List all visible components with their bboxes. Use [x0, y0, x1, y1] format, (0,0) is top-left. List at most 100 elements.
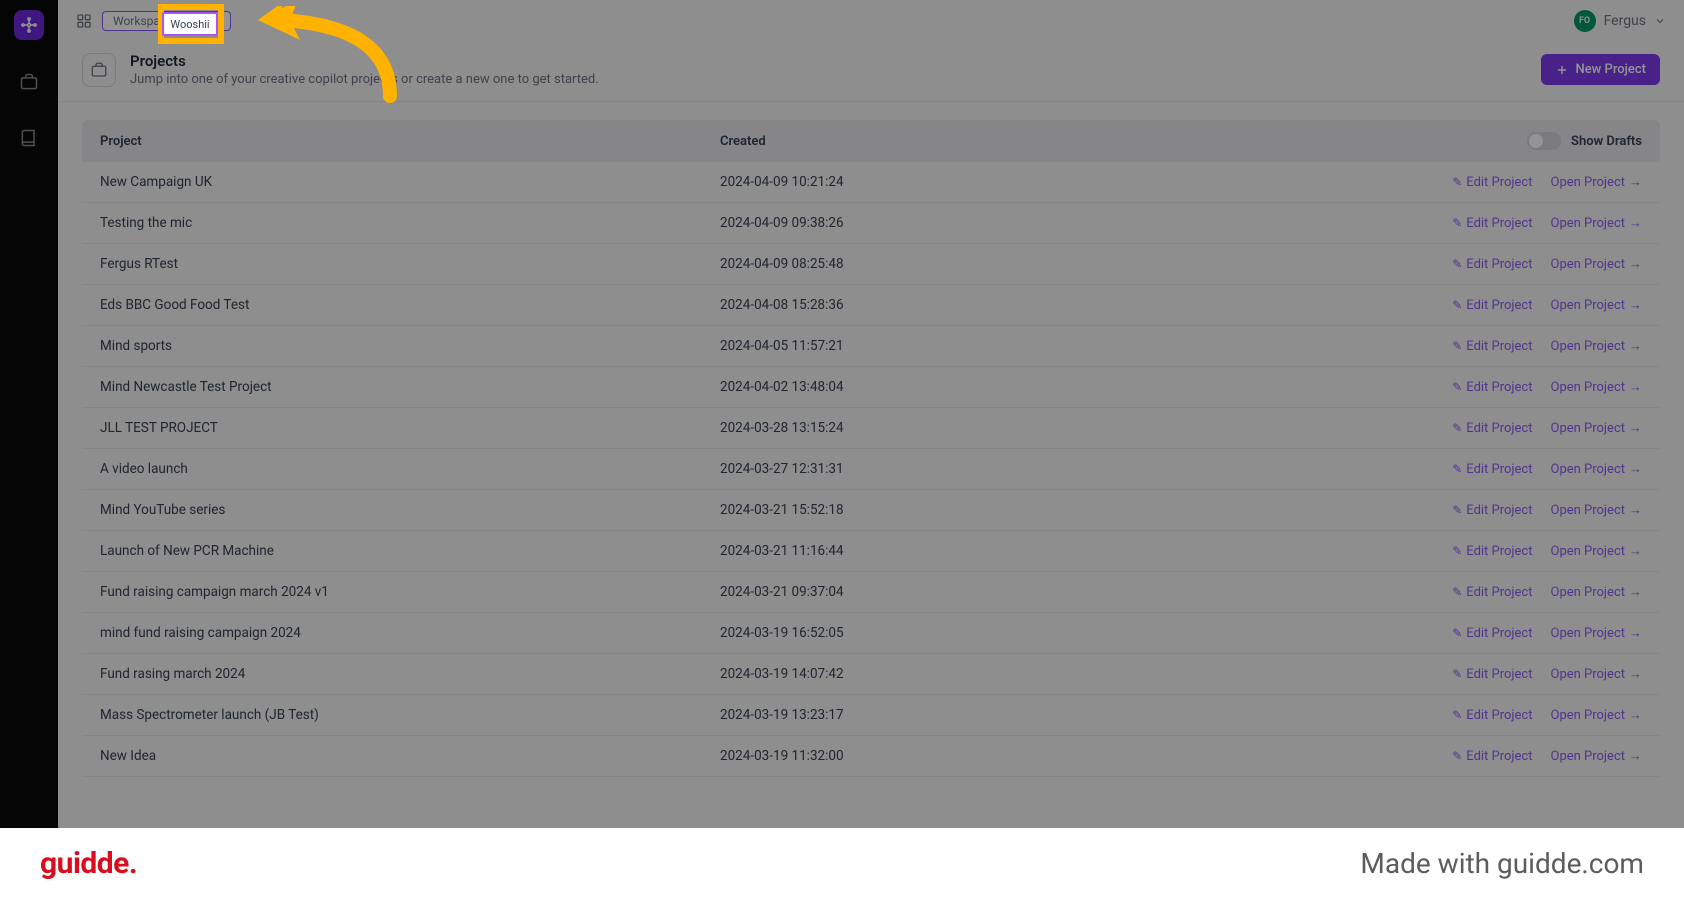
open-project-link[interactable]: Open Project →	[1551, 420, 1643, 436]
pencil-icon: ✎	[1452, 175, 1462, 189]
open-project-link[interactable]: Open Project →	[1551, 502, 1643, 518]
show-drafts-toggle[interactable]	[1527, 132, 1561, 150]
pencil-icon: ✎	[1452, 462, 1462, 476]
open-project-link[interactable]: Open Project →	[1551, 297, 1643, 313]
edit-project-link[interactable]: ✎Edit Project	[1452, 257, 1532, 272]
project-name: mind fund raising campaign 2024	[100, 625, 720, 641]
show-drafts-label: Show Drafts	[1571, 134, 1642, 149]
project-created: 2024-04-09 09:38:26	[720, 215, 1352, 231]
project-created: 2024-04-09 08:25:48	[720, 256, 1352, 272]
edit-project-link[interactable]: ✎Edit Project	[1452, 175, 1532, 190]
chevron-down-icon	[1654, 15, 1666, 27]
table-row: Fund rasing march 20242024-03-19 14:07:4…	[82, 654, 1660, 695]
project-created: 2024-03-19 13:23:17	[720, 707, 1352, 723]
edit-project-link[interactable]: ✎Edit Project	[1452, 585, 1532, 600]
table-row: A video launch2024-03-27 12:31:31✎Edit P…	[82, 449, 1660, 490]
edit-project-link[interactable]: ✎Edit Project	[1452, 749, 1532, 764]
edit-project-link[interactable]: ✎Edit Project	[1452, 298, 1532, 313]
col-project-header: Project	[100, 134, 720, 149]
projects-table: Project Created Show Drafts New Campaign…	[58, 102, 1684, 795]
edit-project-link[interactable]: ✎Edit Project	[1452, 462, 1532, 477]
table-row: Launch of New PCR Machine2024-03-21 11:1…	[82, 531, 1660, 572]
open-project-link[interactable]: Open Project →	[1551, 666, 1643, 682]
open-project-link[interactable]: Open Project →	[1551, 379, 1643, 395]
project-created: 2024-03-19 16:52:05	[720, 625, 1352, 641]
project-name: New Idea	[100, 748, 720, 764]
project-created: 2024-03-28 13:15:24	[720, 420, 1352, 436]
briefcase-icon[interactable]	[15, 68, 43, 96]
arrow-right-icon: →	[1629, 256, 1642, 272]
arrow-right-icon: →	[1629, 625, 1642, 641]
project-created: 2024-03-19 14:07:42	[720, 666, 1352, 682]
table-row: Mass Spectrometer launch (JB Test)2024-0…	[82, 695, 1660, 736]
open-project-link[interactable]: Open Project →	[1551, 215, 1643, 231]
col-created-header: Created	[720, 134, 1352, 149]
apps-grid-icon[interactable]	[76, 13, 92, 29]
open-project-link[interactable]: Open Project →	[1551, 174, 1643, 190]
app-logo[interactable]	[14, 10, 44, 40]
project-name: Fergus RTest	[100, 256, 720, 272]
pencil-icon: ✎	[1452, 503, 1462, 517]
edit-project-link[interactable]: ✎Edit Project	[1452, 667, 1532, 682]
user-name: Fergus	[1604, 13, 1646, 29]
guidde-banner: guidde. Made with guidde.com	[0, 828, 1684, 898]
edit-project-link[interactable]: ✎Edit Project	[1452, 421, 1532, 436]
arrow-right-icon: →	[1629, 707, 1642, 723]
pencil-icon: ✎	[1452, 380, 1462, 394]
arrow-right-icon: →	[1629, 543, 1642, 559]
open-project-link[interactable]: Open Project →	[1551, 748, 1643, 764]
table-row: Mind Newcastle Test Project2024-04-02 13…	[82, 367, 1660, 408]
project-name: Mind Newcastle Test Project	[100, 379, 720, 395]
edit-project-link[interactable]: ✎Edit Project	[1452, 339, 1532, 354]
guidde-attribution: Made with guidde.com	[1360, 847, 1644, 880]
arrow-right-icon: →	[1629, 215, 1642, 231]
project-created: 2024-04-09 10:21:24	[720, 174, 1352, 190]
edit-project-link[interactable]: ✎Edit Project	[1452, 708, 1532, 723]
edit-project-link[interactable]: ✎Edit Project	[1452, 626, 1532, 641]
table-row: Testing the mic2024-04-09 09:38:26 ✎Edit …	[82, 203, 1660, 244]
project-created: 2024-04-08 15:28:36	[720, 297, 1352, 313]
arrow-right-icon: →	[1629, 297, 1642, 313]
open-project-link[interactable]: Open Project →	[1551, 584, 1643, 600]
edit-project-link[interactable]: ✎Edit Project	[1452, 380, 1532, 395]
project-name: Launch of New PCR Machine	[100, 543, 720, 559]
pencil-icon: ✎	[1452, 216, 1462, 230]
book-icon[interactable]	[15, 124, 43, 152]
edit-project-link[interactable]: ✎Edit Project	[1452, 216, 1532, 231]
pencil-icon: ✎	[1452, 257, 1462, 271]
open-project-link[interactable]: Open Project →	[1551, 625, 1643, 641]
open-project-link[interactable]: Open Project →	[1551, 461, 1643, 477]
project-created: 2024-03-27 12:31:31	[720, 461, 1352, 477]
pencil-icon: ✎	[1452, 339, 1462, 353]
avatar: FO	[1574, 10, 1596, 32]
pencil-icon: ✎	[1452, 421, 1462, 435]
edit-project-link[interactable]: ✎Edit Project	[1452, 544, 1532, 559]
arrow-right-icon: →	[1629, 338, 1642, 354]
project-name: Mass Spectrometer launch (JB Test)	[100, 707, 720, 723]
open-project-link[interactable]: Open Project →	[1551, 338, 1643, 354]
new-project-button[interactable]: New Project	[1541, 54, 1660, 85]
pencil-icon: ✎	[1452, 708, 1462, 722]
project-created: 2024-03-21 09:37:04	[720, 584, 1352, 600]
open-project-link[interactable]: Open Project →	[1551, 543, 1643, 559]
table-row: Mind YouTube series2024-03-21 15:52:18✎E…	[82, 490, 1660, 531]
user-menu[interactable]: FO Fergus	[1574, 10, 1666, 32]
project-name: Testing the mic	[100, 215, 720, 231]
arrow-right-icon: →	[1629, 379, 1642, 395]
pencil-icon: ✎	[1452, 749, 1462, 763]
edit-project-link[interactable]: ✎Edit Project	[1452, 503, 1532, 518]
new-project-label: New Project	[1575, 62, 1646, 77]
arrow-right-icon: →	[1629, 502, 1642, 518]
project-name: JLL TEST PROJECT	[100, 420, 720, 436]
project-created: 2024-04-05 11:57:21	[720, 338, 1352, 354]
table-row: JLL TEST PROJECT2024-03-28 13:15:24 ✎Edit…	[82, 408, 1660, 449]
table-row: mind fund raising campaign 20242024-03-1…	[82, 613, 1660, 654]
guidde-logo: guidde.	[40, 846, 137, 881]
arrow-right-icon: →	[1629, 174, 1642, 190]
table-row: Fergus RTest2024-04-09 08:25:48 ✎Edit Pro…	[82, 244, 1660, 285]
arrow-right-icon: →	[1629, 748, 1642, 764]
table-row: New Idea2024-03-19 11:32:00✎Edit Project…	[82, 736, 1660, 777]
open-project-link[interactable]: Open Project →	[1551, 256, 1643, 272]
open-project-link[interactable]: Open Project →	[1551, 707, 1643, 723]
project-created: 2024-04-02 13:48:04	[720, 379, 1352, 395]
